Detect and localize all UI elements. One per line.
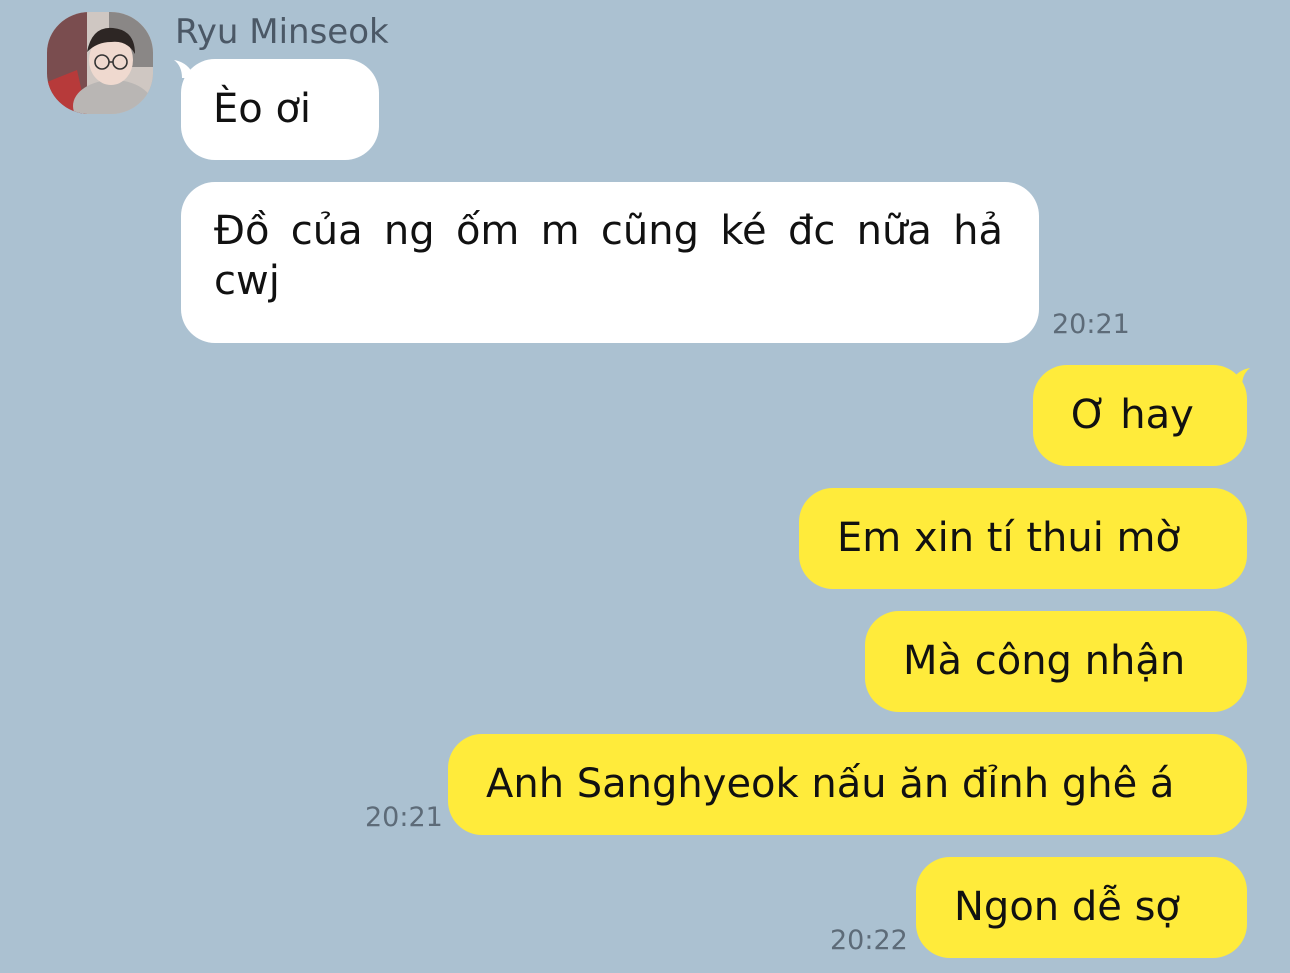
- message-text: Đồ của ng ốm m cũng ké đc nữa hả cwj: [214, 208, 1003, 304]
- message-timestamp: 20:21: [365, 802, 443, 833]
- sender-avatar[interactable]: [47, 12, 153, 114]
- message-bubble-outgoing[interactable]: Ngon dễ sợ: [916, 857, 1247, 958]
- profile-photo-icon: [47, 12, 153, 114]
- message-bubble-outgoing[interactable]: Mà công nhận: [865, 611, 1247, 712]
- message-text: Ngon dễ sợ: [954, 884, 1180, 930]
- message-bubble-incoming[interactable]: Đồ của ng ốm m cũng ké đc nữa hả cwj: [181, 182, 1039, 343]
- message-bubble-outgoing[interactable]: Em xin tí thui mờ: [799, 488, 1247, 589]
- chat-view: Ryu Minseok Èo ơi Đồ của ng ốm m cũng ké…: [0, 0, 1290, 973]
- message-text: Ơ hay: [1071, 392, 1194, 438]
- message-timestamp: 20:22: [830, 925, 908, 956]
- message-bubble-incoming[interactable]: Èo ơi: [181, 59, 379, 160]
- message-timestamp: 20:21: [1052, 309, 1130, 340]
- message-text: Anh Sanghyeok nấu ăn đỉnh ghê á: [486, 761, 1175, 807]
- message-text: Em xin tí thui mờ: [837, 515, 1180, 561]
- sender-name: Ryu Minseok: [175, 12, 389, 52]
- message-text: Mà công nhận: [903, 638, 1186, 684]
- message-bubble-outgoing[interactable]: Anh Sanghyeok nấu ăn đỉnh ghê á: [448, 734, 1247, 835]
- message-bubble-outgoing[interactable]: Ơ hay: [1033, 365, 1247, 466]
- message-text: Èo ơi: [213, 86, 312, 132]
